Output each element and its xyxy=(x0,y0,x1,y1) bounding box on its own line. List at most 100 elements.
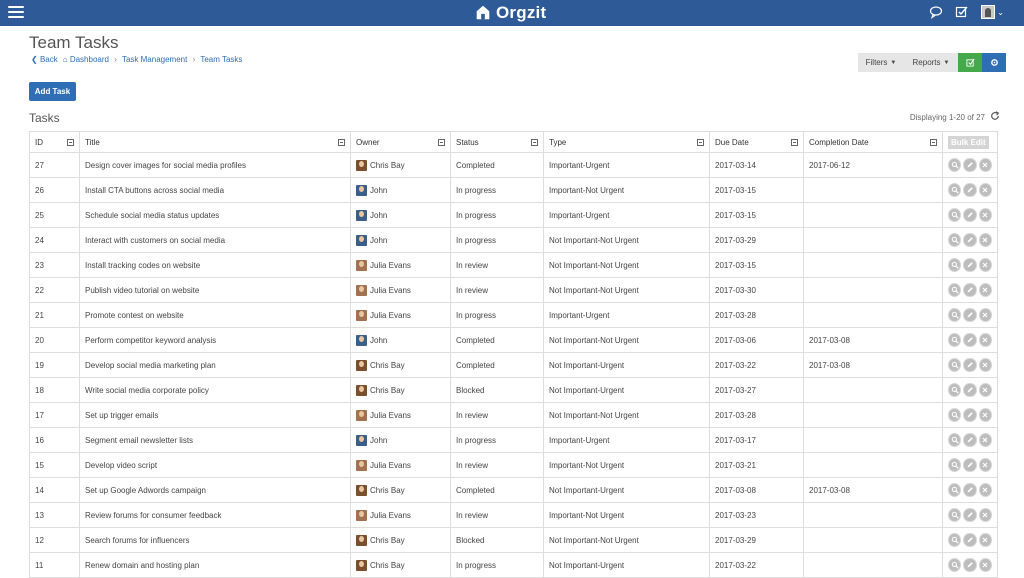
table-row[interactable]: 17 Set up trigger emails Julia Evans In rev… xyxy=(29,402,998,428)
edit-icon[interactable] xyxy=(963,433,977,447)
edit-icon[interactable] xyxy=(963,508,977,522)
delete-icon[interactable] xyxy=(978,383,992,397)
column-menu-icon[interactable] xyxy=(697,138,704,146)
edit-icon[interactable] xyxy=(963,483,977,497)
edit-icon[interactable] xyxy=(963,458,977,472)
view-icon[interactable] xyxy=(948,383,962,397)
task-title[interactable]: Schedule social media status updates xyxy=(79,202,351,228)
table-row[interactable]: 12 Search forums for influencers Chris Bay… xyxy=(29,527,998,553)
column-menu-icon[interactable] xyxy=(930,138,937,146)
table-row[interactable]: 27 Design cover images for social media p… xyxy=(29,152,998,178)
view-icon[interactable] xyxy=(948,258,962,272)
delete-icon[interactable] xyxy=(978,308,992,322)
table-row[interactable]: 19 Develop social media marketing plan Chr… xyxy=(29,352,998,378)
add-task-button[interactable]: Add Task xyxy=(29,82,76,101)
team-tasks-link[interactable]: Team Tasks xyxy=(200,55,242,64)
delete-icon[interactable] xyxy=(978,158,992,172)
chat-icon[interactable] xyxy=(929,5,943,19)
edit-icon[interactable] xyxy=(963,533,977,547)
edit-icon[interactable] xyxy=(963,558,977,572)
delete-icon[interactable] xyxy=(978,183,992,197)
column-header-type[interactable]: Type xyxy=(543,131,710,153)
bulk-edit-button[interactable]: Bulk Edit xyxy=(948,135,989,149)
delete-icon[interactable] xyxy=(978,508,992,522)
delete-icon[interactable] xyxy=(978,483,992,497)
view-icon[interactable] xyxy=(948,483,962,497)
task-title[interactable]: Write social media corporate policy xyxy=(79,377,351,403)
column-header-completion-date[interactable]: Completion Date xyxy=(803,131,943,153)
column-menu-icon[interactable] xyxy=(438,138,445,146)
task-title[interactable]: Install tracking codes on website xyxy=(79,252,351,278)
view-icon[interactable] xyxy=(948,233,962,247)
hamburger-menu-icon[interactable] xyxy=(8,6,24,20)
column-menu-icon[interactable] xyxy=(791,138,798,146)
edit-icon[interactable] xyxy=(963,308,977,322)
column-header-title[interactable]: Title xyxy=(79,131,351,153)
back-link[interactable]: ❮ Back xyxy=(31,55,58,64)
column-header-id[interactable]: ID xyxy=(29,131,80,153)
table-row[interactable]: 18 Write social media corporate policy Chr… xyxy=(29,377,998,403)
view-icon[interactable] xyxy=(948,508,962,522)
view-icon[interactable] xyxy=(948,283,962,297)
delete-icon[interactable] xyxy=(978,458,992,472)
table-row[interactable]: 15 Develop video script Julia Evans In revi… xyxy=(29,452,998,478)
view-icon[interactable] xyxy=(948,183,962,197)
task-title[interactable]: Set up trigger emails xyxy=(79,402,351,428)
table-row[interactable]: 20 Perform competitor keyword analysis Joh… xyxy=(29,327,998,353)
task-title[interactable]: Interact with customers on social media xyxy=(79,227,351,253)
task-title[interactable]: Publish video tutorial on website xyxy=(79,277,351,303)
task-title[interactable]: Segment email newsletter lists xyxy=(79,427,351,453)
table-row[interactable]: 24 Interact with customers on social medi… xyxy=(29,227,998,253)
brand-logo[interactable]: Orgzit xyxy=(474,2,546,24)
delete-icon[interactable] xyxy=(978,533,992,547)
dashboard-link[interactable]: ⌂ Dashboard xyxy=(63,55,109,64)
delete-icon[interactable] xyxy=(978,233,992,247)
edit-icon[interactable] xyxy=(963,208,977,222)
view-icon[interactable] xyxy=(948,208,962,222)
delete-icon[interactable] xyxy=(978,433,992,447)
refresh-icon[interactable] xyxy=(990,111,1000,121)
edit-icon[interactable] xyxy=(963,233,977,247)
delete-icon[interactable] xyxy=(978,258,992,272)
delete-icon[interactable] xyxy=(978,408,992,422)
column-header-status[interactable]: Status xyxy=(450,131,544,153)
table-row[interactable]: 25 Schedule social media status updates Jo… xyxy=(29,202,998,228)
delete-icon[interactable] xyxy=(978,358,992,372)
delete-icon[interactable] xyxy=(978,558,992,572)
edit-icon[interactable] xyxy=(963,383,977,397)
task-title[interactable]: Design cover images for social media pro… xyxy=(79,152,351,178)
view-icon[interactable] xyxy=(948,333,962,347)
edit-icon[interactable] xyxy=(963,283,977,297)
column-header-owner[interactable]: Owner xyxy=(350,131,451,153)
delete-icon[interactable] xyxy=(978,333,992,347)
reports-button[interactable]: Reports ▼ xyxy=(904,53,958,72)
checklist-icon[interactable] xyxy=(955,5,969,19)
view-icon[interactable] xyxy=(948,458,962,472)
filters-button[interactable]: Filters ▼ xyxy=(858,53,904,72)
edit-icon[interactable] xyxy=(963,183,977,197)
view-icon[interactable] xyxy=(948,308,962,322)
view-icon[interactable] xyxy=(948,433,962,447)
edit-icon[interactable] xyxy=(963,258,977,272)
table-row[interactable]: 22 Publish video tutorial on website Julia… xyxy=(29,277,998,303)
delete-icon[interactable] xyxy=(978,283,992,297)
view-icon[interactable] xyxy=(948,358,962,372)
column-menu-icon[interactable] xyxy=(67,138,74,146)
mark-done-button[interactable] xyxy=(958,53,982,72)
delete-icon[interactable] xyxy=(978,208,992,222)
table-row[interactable]: 16 Segment email newsletter lists John In p… xyxy=(29,427,998,453)
edit-icon[interactable] xyxy=(963,333,977,347)
column-menu-icon[interactable] xyxy=(338,138,345,146)
table-row[interactable]: 21 Promote contest on website Julia Evans I… xyxy=(29,302,998,328)
task-title[interactable]: Renew domain and hosting plan xyxy=(79,552,351,578)
table-row[interactable]: 26 Install CTA buttons across social medi… xyxy=(29,177,998,203)
task-title[interactable]: Perform competitor keyword analysis xyxy=(79,327,351,353)
task-title[interactable]: Set up Google Adwords campaign xyxy=(79,477,351,503)
task-title[interactable]: Promote contest on website xyxy=(79,302,351,328)
view-icon[interactable] xyxy=(948,408,962,422)
column-header-due-date[interactable]: Due Date xyxy=(709,131,804,153)
task-title[interactable]: Develop video script xyxy=(79,452,351,478)
edit-icon[interactable] xyxy=(963,408,977,422)
edit-icon[interactable] xyxy=(963,358,977,372)
column-menu-icon[interactable] xyxy=(531,138,538,146)
